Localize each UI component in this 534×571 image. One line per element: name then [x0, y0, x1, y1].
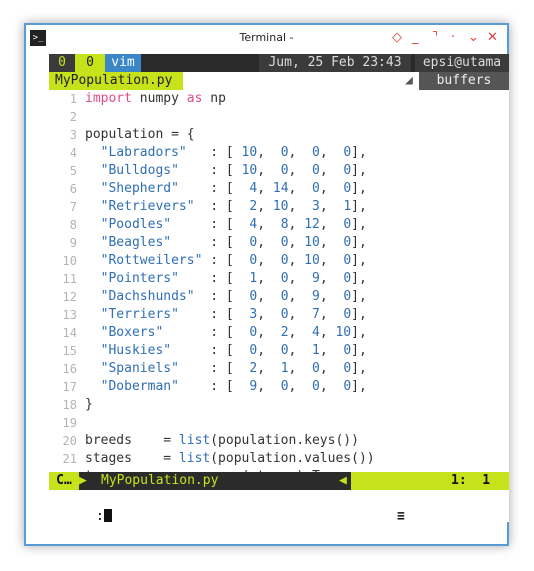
line-number: 1: [69, 92, 77, 106]
line-number: 9: [69, 236, 77, 250]
code-text: stages = list(population.values()): [85, 451, 375, 466]
line-number: 12: [62, 290, 77, 304]
tabline: 0 0 vim Jum, 25 Feb 23:43 epsi@utama: [49, 54, 509, 72]
line-number: 20: [62, 434, 77, 448]
code-text: import numpy as np: [85, 91, 226, 106]
command-prompt: :: [95, 509, 104, 522]
line-number: 6: [69, 182, 77, 196]
code-text: "Bulldogs" : [ 10, 0, 0, 0],: [100, 163, 367, 178]
code-line[interactable]: 15 "Huskies" : [ 0, 0, 1, 0],: [49, 342, 509, 360]
cursor-position: 1: 1: [433, 472, 509, 490]
code-line[interactable]: 9 "Beagles" : [ 0, 0, 10, 0],: [49, 234, 509, 252]
lines-icon: ≡: [397, 509, 405, 522]
buffer-number[interactable]: 0: [75, 54, 105, 72]
file-tab-line: MyPopulation.py ◢ buffers: [49, 72, 509, 90]
code-line[interactable]: 7 "Retrievers" : [ 2, 10, 3, 1],: [49, 198, 509, 216]
code-line[interactable]: 1 import numpy as np: [49, 90, 509, 108]
code-line[interactable]: 19: [49, 414, 509, 432]
code-line[interactable]: 16 "Spaniels" : [ 2, 1, 0, 0],: [49, 360, 509, 378]
line-number: 8: [69, 218, 77, 232]
code-line[interactable]: 10 "Rottweilers" : [ 0, 0, 10, 0],: [49, 252, 509, 270]
buffers-label[interactable]: buffers: [419, 72, 509, 90]
status-filename: MyPopulation.py: [101, 473, 219, 488]
line-number: 13: [62, 308, 77, 322]
line-number: 15: [62, 344, 77, 358]
code-text: "Rottweilers" : [ 0, 0, 10, 0],: [100, 253, 367, 268]
dot-icon[interactable]: ·: [451, 29, 455, 47]
code-line[interactable]: 18}: [49, 396, 509, 414]
code-line[interactable]: 17 "Doberman" : [ 9, 0, 0, 0],: [49, 378, 509, 396]
code-line[interactable]: 13 "Terriers" : [ 3, 0, 7, 0],: [49, 306, 509, 324]
title-bar[interactable]: >_ Terminal - ◇ _ ⌝ · ⌄ ✕: [26, 25, 507, 53]
code-text: "Poodles" : [ 4, 8, 12, 0],: [100, 217, 367, 232]
line-number: 2: [69, 110, 77, 124]
code-text: "Beagles" : [ 0, 0, 10, 0],: [100, 235, 367, 250]
separator-icon: ▶: [79, 473, 87, 488]
code-text: "Terriers" : [ 3, 0, 7, 0],: [100, 307, 367, 322]
mode-indicator: C…: [49, 472, 79, 490]
code-line[interactable]: 6 "Shepherd" : [ 4, 14, 0, 0],: [49, 180, 509, 198]
datetime-label: Jum, 25 Feb 23:43: [259, 54, 411, 72]
code-text: "Spaniels" : [ 2, 1, 0, 0],: [100, 361, 367, 376]
code-text: population = {: [85, 127, 195, 142]
percent-area: 4% ≡: [351, 472, 433, 522]
chevron-down-icon[interactable]: ⌄: [468, 29, 479, 47]
maximize-icon[interactable]: ⌝: [432, 29, 438, 47]
code-text: "Shepherd" : [ 4, 14, 0, 0],: [100, 181, 367, 196]
terminal-window: >_ Terminal - ◇ _ ⌝ · ⌄ ✕ 0 0 vim Jum, 2…: [24, 23, 509, 546]
code-line[interactable]: 2: [49, 108, 509, 126]
line-number: 4: [69, 146, 77, 160]
line-number: 7: [69, 200, 77, 214]
code-text: "Dachshunds" : [ 0, 0, 9, 0],: [100, 289, 367, 304]
code-text: "Labradors" : [ 10, 0, 0, 0],: [100, 145, 367, 160]
line-number: 5: [69, 164, 77, 178]
code-line[interactable]: 14 "Boxers" : [ 0, 2, 4, 10],: [49, 324, 509, 342]
code-line[interactable]: 8 "Poodles" : [ 4, 8, 12, 0],: [49, 216, 509, 234]
cursor-block: [103, 508, 112, 522]
code-line[interactable]: 12 "Dachshunds" : [ 0, 0, 9, 0],: [49, 288, 509, 306]
code-line[interactable]: 11 "Pointers" : [ 1, 0, 9, 0],: [49, 270, 509, 288]
minimize-icon[interactable]: _: [412, 29, 419, 47]
code-text: breeds = list(population.keys()): [85, 433, 359, 448]
code-text: "Retrievers" : [ 2, 10, 3, 1],: [100, 199, 367, 214]
code-line[interactable]: 21 stages = list(population.values()): [49, 450, 509, 468]
code-text: "Doberman" : [ 9, 0, 0, 0],: [100, 379, 367, 394]
code-text: "Huskies" : [ 0, 0, 1, 0],: [100, 343, 367, 358]
line-number: 11: [62, 272, 77, 286]
code-line[interactable]: 4 "Labradors" : [ 10, 0, 0, 0],: [49, 144, 509, 162]
code-line[interactable]: 3 population = {: [49, 126, 509, 144]
line-number: 19: [62, 416, 77, 430]
line-number: 18: [62, 398, 77, 412]
host-label: epsi@utama: [415, 54, 509, 72]
diamond-icon[interactable]: ◇: [392, 29, 402, 47]
tab-number[interactable]: 0: [49, 54, 75, 72]
line-number: 14: [62, 326, 77, 340]
line-number: 17: [62, 380, 77, 394]
code-line[interactable]: 20 breeds = list(population.keys()): [49, 432, 509, 450]
status-line: C… ▶ MyPopulation.py ◀ 4% ≡ 1: 1: [49, 472, 509, 522]
vim-editor[interactable]: 0 0 vim Jum, 25 Feb 23:43 epsi@utama MyP…: [49, 54, 509, 522]
line-number: 3: [69, 128, 77, 142]
line-number: 16: [62, 362, 77, 376]
command-line[interactable]: :: [49, 490, 509, 522]
arrow-left-icon: ◢: [405, 73, 413, 88]
close-icon[interactable]: ✕: [487, 29, 498, 47]
code-text: "Pointers" : [ 1, 0, 9, 0],: [100, 271, 367, 286]
code-text: }: [85, 397, 93, 412]
code-text: "Boxers" : [ 0, 2, 4, 10],: [100, 325, 367, 340]
line-number: 21: [62, 452, 77, 466]
file-tab[interactable]: MyPopulation.py: [49, 72, 183, 90]
separator-icon: ◀: [339, 473, 347, 488]
line-number: 10: [62, 254, 77, 268]
code-line[interactable]: 5 "Bulldogs" : [ 10, 0, 0, 0],: [49, 162, 509, 180]
app-label: vim: [105, 54, 141, 72]
